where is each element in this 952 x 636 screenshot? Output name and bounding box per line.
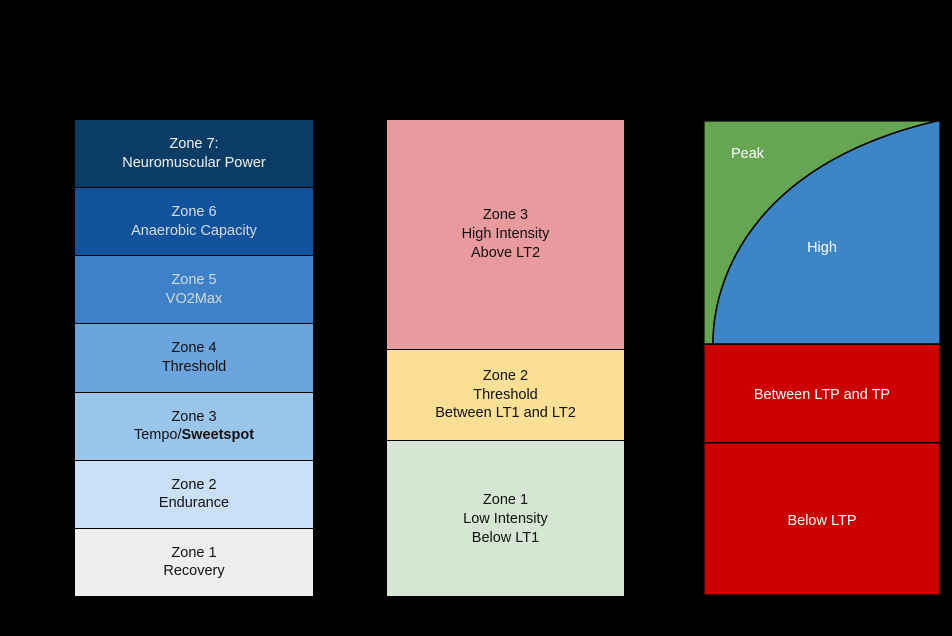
zone-band-3-line2-prefix: Tempo/ bbox=[133, 427, 182, 444]
intensity-band-1[interactable]: Zone 1 Low Intensity Below LT1 bbox=[387, 441, 624, 596]
zone-band-2-line1: Zone 2 bbox=[171, 476, 217, 493]
intensity-band-1-line1: Zone 1 bbox=[482, 492, 529, 509]
zone-band-2[interactable]: Zone 2 Endurance bbox=[75, 460, 313, 529]
intensity-band-3-line1: Zone 3 bbox=[482, 207, 529, 224]
zone-band-6[interactable]: Zone 6 Anaerobic Capacity bbox=[75, 188, 313, 257]
intensity-band-2-line1: Zone 2 bbox=[482, 367, 529, 384]
intensity-band-3[interactable]: Zone 3 High Intensity Above LT2 bbox=[387, 120, 624, 350]
intensity-band-2[interactable]: Zone 2 Threshold Between LT1 and LT2 bbox=[387, 350, 624, 441]
zone-band-6-line1: Zone 6 bbox=[171, 204, 217, 221]
three-zone-panel: Zone 3 High Intensity Above LT2 Zone 2 T… bbox=[386, 119, 625, 597]
intensity-band-1-line2: Low Intensity bbox=[463, 511, 548, 528]
ltp-model-panel: Peak High Between LTP and TP Below LTP bbox=[702, 119, 942, 597]
zone-band-3-line1: Zone 3 bbox=[171, 408, 217, 425]
zone-band-7-line1: Zone 7: bbox=[169, 136, 219, 153]
zone-band-1[interactable]: Zone 1 Recovery bbox=[75, 528, 313, 596]
zone-band-7-line2: Neuromuscular Power bbox=[122, 154, 266, 171]
below-ltp-region[interactable] bbox=[703, 442, 941, 596]
seven-zone-panel: Zone 7: Neuromuscular Power Zone 6 Anaer… bbox=[74, 119, 314, 597]
zone-band-6-line2: Anaerobic Capacity bbox=[131, 222, 257, 239]
zone-band-3-line2-emphasis: Sweetspot bbox=[181, 427, 255, 444]
zone-band-3-line2: Tempo/Sweetspot bbox=[134, 426, 254, 445]
zone-band-7[interactable]: Zone 7: Neuromuscular Power bbox=[75, 120, 313, 189]
zone-band-1-line1: Zone 1 bbox=[171, 544, 217, 561]
between-ltp-tp-region[interactable] bbox=[703, 344, 941, 443]
zone-band-3[interactable]: Zone 3 Tempo/Sweetspot bbox=[75, 392, 313, 461]
zone-band-4[interactable]: Zone 4 Threshold bbox=[75, 324, 313, 393]
zone-band-5[interactable]: Zone 5 VO2Max bbox=[75, 256, 313, 325]
zone-band-2-line2: Endurance bbox=[158, 495, 230, 512]
intensity-band-3-line3: Above LT2 bbox=[470, 244, 541, 261]
intensity-band-2-line2: Threshold bbox=[473, 386, 538, 403]
intensity-band-3-line2: High Intensity bbox=[461, 226, 550, 243]
diagram-canvas: Zone 7: Neuromuscular Power Zone 6 Anaer… bbox=[0, 0, 952, 636]
ltp-model-graphic bbox=[703, 120, 941, 596]
zone-band-4-line2: Threshold bbox=[161, 358, 227, 375]
zone-band-4-line1: Zone 4 bbox=[171, 340, 217, 357]
zone-band-5-line2: VO2Max bbox=[165, 290, 223, 307]
intensity-band-2-line3: Between LT1 and LT2 bbox=[435, 405, 576, 422]
intensity-band-1-line3: Below LT1 bbox=[471, 529, 540, 546]
zone-band-5-line1: Zone 5 bbox=[171, 272, 217, 289]
zone-band-1-line2: Recovery bbox=[163, 563, 225, 580]
